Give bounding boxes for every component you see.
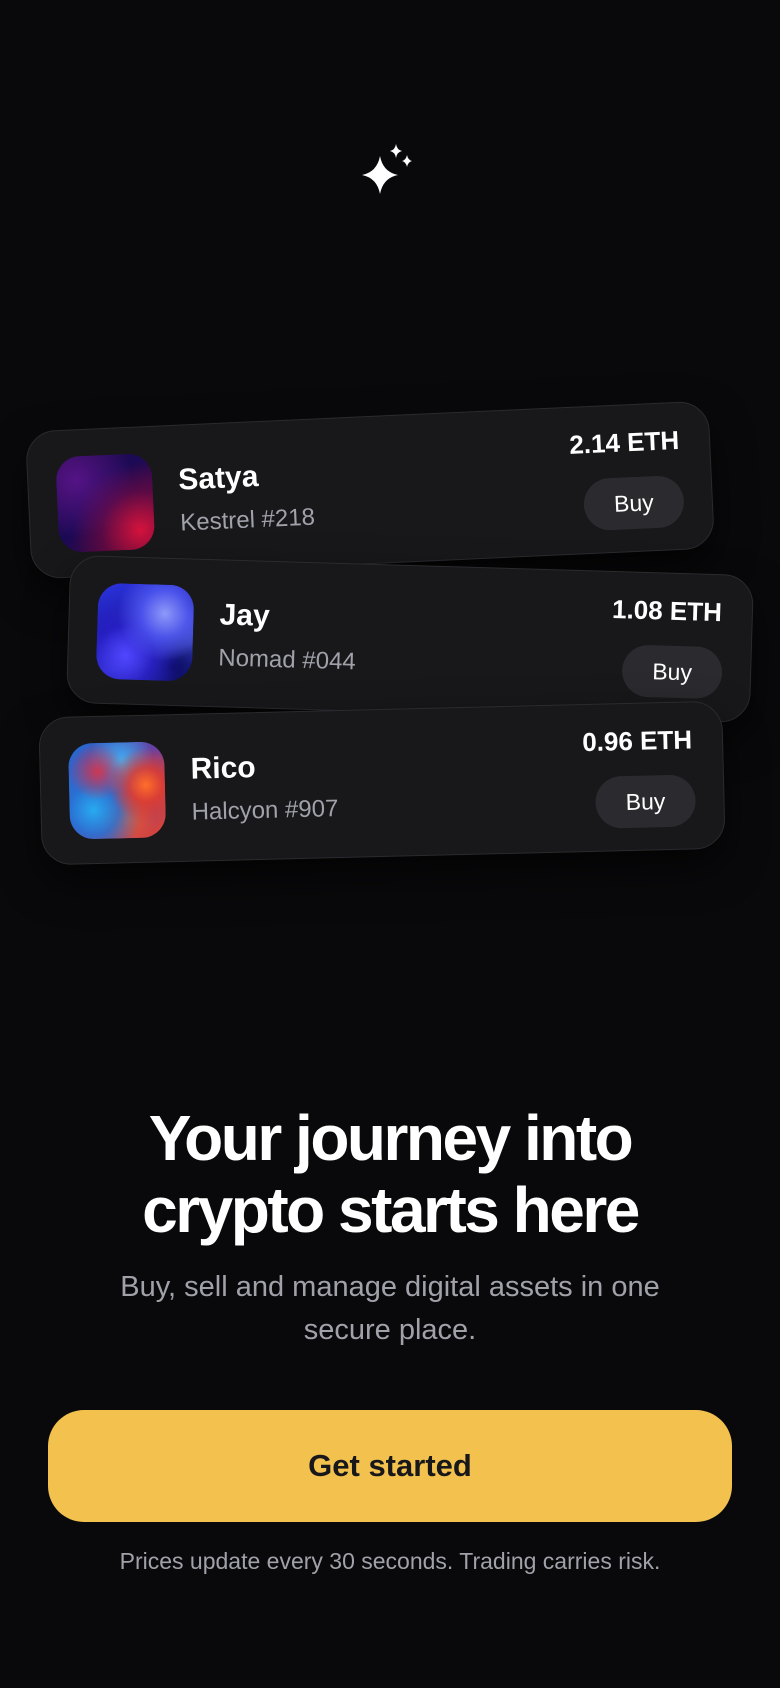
asset-collection-label: Kestrel #218 — [179, 503, 316, 537]
asset-card-jay[interactable]: Jay Nomad #044 1.08 ETH Buy — [65, 554, 755, 724]
asset-card-rico[interactable]: Rico Halcyon #907 0.96 ETH Buy — [38, 700, 726, 866]
asset-collection-label: Nomad #044 — [217, 644, 357, 676]
risk-disclaimer: Prices update every 30 seconds. Trading … — [119, 1548, 661, 1574]
asset-card-satya[interactable]: Satya Kestrel #218 2.14 ETH Buy — [24, 400, 716, 580]
asset-thumbnail — [95, 582, 195, 682]
asset-thumbnail — [67, 741, 167, 840]
sparkle-icon — [360, 144, 420, 204]
hero-subtitle: Buy, sell and manage digital assets in o… — [120, 1271, 660, 1346]
asset-price: 2.14 ETH — [568, 424, 680, 460]
asset-price: 0.96 ETH — [581, 724, 693, 758]
buy-button[interactable]: Buy — [594, 774, 697, 829]
asset-owner-name: Satya — [177, 460, 260, 497]
asset-price: 1.08 ETH — [611, 593, 723, 628]
asset-thumbnail — [55, 452, 156, 554]
hero-title-line-2: crypto starts here — [142, 1174, 640, 1246]
asset-owner-name: Jay — [219, 598, 271, 633]
hero-title: Your journey into crypto starts here — [0, 1102, 780, 1246]
buy-button[interactable]: Buy — [621, 644, 723, 700]
hero-title-line-1: Your journey into — [148, 1102, 634, 1174]
asset-collection-label: Halcyon #907 — [191, 795, 339, 826]
asset-owner-name: Rico — [190, 751, 257, 786]
buy-button[interactable]: Buy — [582, 474, 685, 532]
get-started-button[interactable]: Get started — [48, 1410, 732, 1522]
